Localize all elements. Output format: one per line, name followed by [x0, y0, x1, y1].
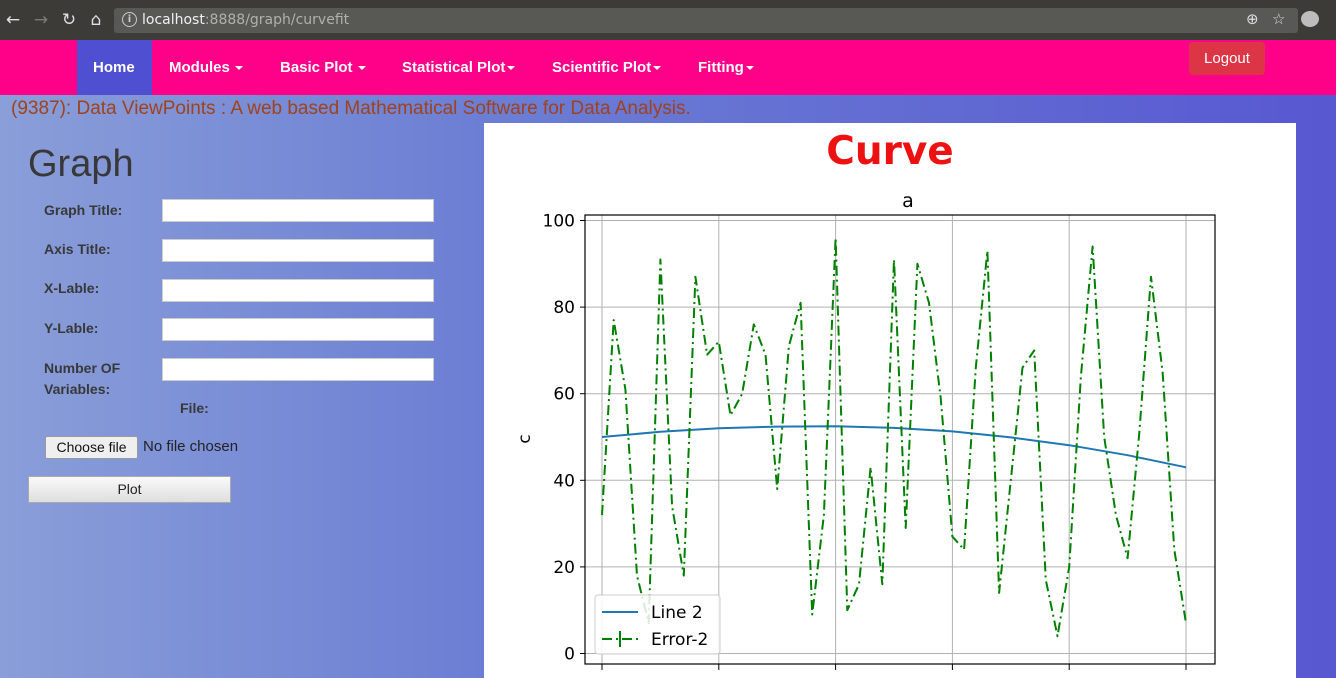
- caret-down-icon: [357, 66, 366, 71]
- reload-icon[interactable]: ↻: [58, 9, 80, 31]
- axis-title-label: Axis Title:: [44, 241, 111, 257]
- num-variables-label: Number OF Variables:: [44, 360, 121, 397]
- chart-title: a: [902, 190, 914, 212]
- y-axis-label: c: [515, 434, 535, 443]
- y-tick-label: 60: [553, 385, 575, 405]
- caret-down-icon: [653, 66, 662, 71]
- y-tick-label: 100: [543, 212, 575, 232]
- nav-home[interactable]: Home: [77, 40, 152, 95]
- y-label-label: Y-Lable:: [44, 320, 99, 336]
- plot-button[interactable]: Plot: [28, 476, 231, 503]
- nav-scientific-plot[interactable]: Scientific Plot: [536, 40, 677, 95]
- url-host: localhost: [142, 12, 205, 28]
- no-file-text: No file chosen: [143, 438, 239, 455]
- home-icon[interactable]: ⌂: [85, 9, 107, 31]
- nav-basic-plot[interactable]: Basic Plot: [264, 40, 382, 95]
- tagline: (9387): Data ViewPoints : A web based Ma…: [11, 98, 691, 119]
- logout-button[interactable]: Logout: [1189, 42, 1265, 75]
- x-label-input[interactable]: [162, 279, 434, 302]
- curve-chart: 0 20 40 60 80 100 a c Line 2 Error-2: [515, 190, 1216, 670]
- nav-modules-label: Modules: [169, 59, 230, 76]
- graph-title-input[interactable]: [162, 199, 434, 222]
- nav-home-label: Home: [93, 59, 135, 76]
- y-label-input[interactable]: [162, 318, 434, 341]
- nav-fitting-label: Fitting: [698, 59, 744, 76]
- forward-icon[interactable]: →: [30, 9, 52, 31]
- y-tick-label: 0: [564, 645, 575, 665]
- url-path: :8888/graph/curvefit: [204, 12, 350, 28]
- url-text[interactable]: localhost:8888/graph/curvefit: [142, 12, 349, 28]
- y-tick-label: 80: [553, 298, 575, 318]
- main-content: (9387): Data ViewPoints : A web based Ma…: [0, 95, 1336, 678]
- form-heading: Graph: [28, 143, 134, 185]
- legend-label-1: Error-2: [651, 630, 708, 650]
- nav-fitting[interactable]: Fitting: [682, 40, 770, 95]
- caret-down-icon: [507, 66, 516, 71]
- zoom-icon[interactable]: ⊕: [1246, 10, 1259, 28]
- num-variables-input[interactable]: [162, 358, 434, 381]
- back-icon[interactable]: ←: [2, 9, 24, 31]
- y-tick-label: 40: [553, 471, 575, 491]
- browser-toolbar: ← → ↻ ⌂ i localhost:8888/graph/curvefit …: [0, 0, 1336, 40]
- nav-statistical-plot-label: Statistical Plot: [402, 59, 506, 76]
- address-bar[interactable]: i localhost:8888/graph/curvefit ⊕ ☆: [114, 8, 1298, 33]
- y-tick-label: 20: [553, 558, 575, 578]
- legend-label-0: Line 2: [651, 603, 703, 623]
- choose-file-button[interactable]: Choose file: [45, 436, 138, 459]
- x-label-label: X-Lable:: [44, 280, 100, 296]
- nav-scientific-plot-label: Scientific Plot: [552, 59, 652, 76]
- extension-icon[interactable]: [1301, 11, 1319, 27]
- nav-statistical-plot[interactable]: Statistical Plot: [386, 40, 531, 95]
- file-label: File:: [180, 400, 209, 416]
- nav-modules[interactable]: Modules: [153, 40, 259, 95]
- graph-title-label: Graph Title:: [44, 202, 123, 218]
- series-line-1: [601, 236, 1187, 638]
- caret-down-icon: [234, 66, 243, 71]
- chart-panel: Curve 0 20 40 60 80 100 a c Line 2 Error-2: [484, 123, 1296, 678]
- caret-down-icon: [745, 66, 754, 71]
- nav-basic-plot-label: Basic Plot: [280, 59, 353, 76]
- axis-title-input[interactable]: [162, 239, 434, 262]
- info-icon[interactable]: i: [122, 12, 137, 27]
- main-navbar: Home Modules Basic Plot Statistical Plot…: [0, 40, 1336, 95]
- bookmark-star-icon[interactable]: ☆: [1272, 10, 1285, 28]
